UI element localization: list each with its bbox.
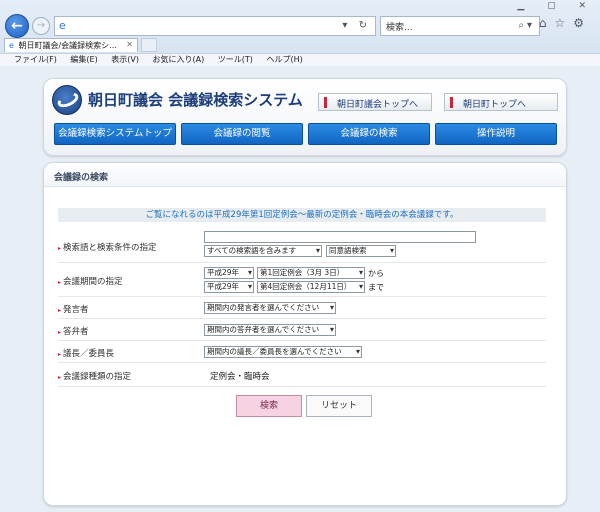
type-row: 会議録種類の指定 定例会・臨時会 [58,365,546,387]
town-top-label: 朝日町トップへ [463,100,527,110]
panel-heading: 会議録の検索 [44,163,566,187]
to-session-select[interactable]: 第4回定例会（12月11日） [257,281,365,293]
search-panel: 会議録の検索 ご覧になれるのは平成29年第1回定例会〜最新の定例会・臨時会の本会… [43,162,567,506]
back-button[interactable]: ← [5,14,29,38]
window-controls[interactable]: ▁ ▢ ✕ [517,1,596,11]
address-bar[interactable]: e ▾ ↻ [54,16,376,36]
nav-system-top[interactable]: 会議録検索システムトップ [54,123,176,145]
browser-tab[interactable]: e 朝日町議会/会議録検索シ... ✕ [4,38,138,52]
new-tab-button[interactable] [141,38,157,52]
period-label: 会議期間の指定 [58,275,123,287]
keyword-label: 検索語と検索条件の指定 [58,241,157,253]
keyword-input[interactable] [204,231,476,243]
nav-search[interactable]: 会議録の検索 [308,123,430,145]
address-controls[interactable]: ▾ ↻ [342,20,371,31]
scope-select[interactable]: 同意語検索 [326,245,396,257]
menu-help[interactable]: ヘルプ(H) [266,55,302,64]
speaker-select[interactable]: 期間内の発言者を選んでください [204,302,336,314]
from-session-select[interactable]: 第1回定例会（3月 3日） [257,267,365,279]
respondent-select[interactable]: 期間内の答弁者を選んでください [204,324,336,336]
condition-select[interactable]: すべての検索語を含みます [204,245,322,257]
ie-icon: e [59,19,66,32]
respondent-label: 答弁者 [58,325,89,337]
town-top-link[interactable]: 朝日町トップへ [444,93,558,111]
browser-search[interactable]: 検索... ⌕▾ [380,16,540,36]
tab-icon: e [9,41,14,50]
nav-help[interactable]: 操作説明 [435,123,557,145]
to-year-select[interactable]: 平成29年 [204,281,254,293]
council-top-link[interactable]: 朝日町議会トップへ [318,93,432,111]
keyword-row: 検索語と検索条件の指定 すべての検索語を含みます 同意語検索 [58,231,546,263]
site-header: 朝日町議会 会議録検索システム 朝日町議会トップへ 朝日町トップへ 会議録検索シ… [43,78,567,156]
browser-chrome: ▁ ▢ ✕ ← → e ▾ ↻ 検索... ⌕▾ ⌂☆⚙ e 朝日町議会/会議録… [0,0,600,66]
reset-button[interactable]: リセット [306,395,372,417]
type-label: 会議録種類の指定 [58,370,131,382]
speaker-label: 発言者 [58,303,89,315]
chair-select[interactable]: 期間内の議長／委員長を選んでください [204,346,362,358]
type-value: 定例会・臨時会 [210,372,270,382]
notice-banner: ご覧になれるのは平成29年第1回定例会〜最新の定例会・臨時会の本会議録です。 [58,208,546,222]
toolbar-icons[interactable]: ⌂☆⚙ [539,16,592,30]
to-suffix: まで [368,283,384,292]
menu-bar: ファイル(F) 編集(E) 表示(V) お気に入り(A) ツール(T) ヘルプ(… [0,53,600,66]
page: 朝日町議会 会議録検索システム 朝日町議会トップへ 朝日町トップへ 会議録検索シ… [0,66,600,512]
period-row: 会議期間の指定 平成29年 第1回定例会（3月 3日） から 平成29年 第4回… [58,265,546,297]
respondent-row: 答弁者 期間内の答弁者を選んでください [58,321,546,341]
search-button[interactable]: 検索 [236,395,302,417]
from-year-select[interactable]: 平成29年 [204,267,254,279]
menu-edit[interactable]: 編集(E) [70,55,97,64]
nav-browse[interactable]: 会議録の閲覧 [181,123,303,145]
menu-file[interactable]: ファイル(F) [14,55,57,64]
site-title: 朝日町議会 会議録検索システム [88,91,303,109]
browser-search-placeholder: 検索... [386,23,413,33]
chair-label: 議長／委員長 [58,347,114,359]
town-logo-icon [52,85,82,115]
tab-title: 朝日町議会/会議録検索シ... [18,41,117,50]
council-top-label: 朝日町議会トップへ [337,100,419,110]
speaker-row: 発言者 期間内の発言者を選んでください [58,299,546,319]
menu-tools[interactable]: ツール(T) [218,55,253,64]
search-icon[interactable]: ⌕▾ [518,20,535,31]
close-icon[interactable]: ✕ [126,40,133,49]
from-suffix: から [368,269,384,278]
menu-favorites[interactable]: お気に入り(A) [153,55,205,64]
menu-view[interactable]: 表示(V) [111,55,139,64]
forward-button[interactable]: → [32,17,50,35]
chair-row: 議長／委員長 期間内の議長／委員長を選んでください [58,343,546,363]
